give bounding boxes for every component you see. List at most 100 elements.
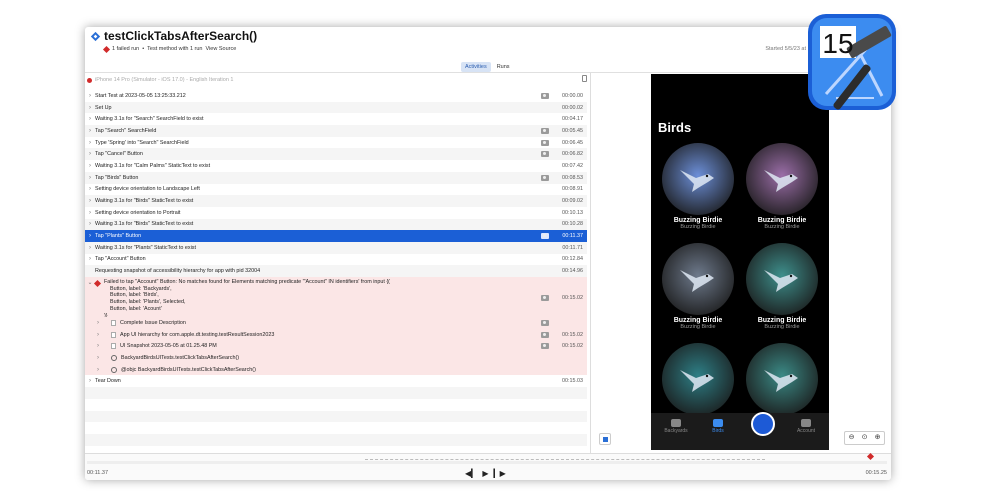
- disclosure-chevron-icon[interactable]: ›: [85, 198, 95, 204]
- view-tabs: Activities Runs: [461, 62, 514, 72]
- activity-row[interactable]: › Waiting 3.1s for "Birds" StaticText to …: [85, 195, 587, 207]
- disclosure-chevron-icon[interactable]: ›: [85, 245, 95, 251]
- attachment-icon[interactable]: [541, 92, 549, 99]
- 3d-view-button[interactable]: [599, 433, 611, 445]
- bird-card: Buzzing Birdie Buzzing Birdie: [746, 143, 818, 230]
- app-tab-backyards: Backyards: [661, 419, 691, 434]
- empty-row: [85, 422, 587, 434]
- disclosure-chevron-icon[interactable]: ›: [85, 128, 95, 134]
- disclosure-chevron-icon[interactable]: ›: [85, 210, 95, 216]
- activity-row[interactable]: › Setting device orientation to Landscape…: [85, 184, 587, 196]
- play-icon[interactable]: ▶: [482, 469, 488, 478]
- disclosure-chevron-icon[interactable]: ›: [85, 151, 95, 157]
- attachment-icon[interactable]: [541, 233, 549, 240]
- attachment-icon[interactable]: [541, 139, 549, 146]
- started-timestamp: Started 5/5/23 at: [765, 46, 806, 52]
- failure-detail-row[interactable]: › App UI hierarchy for com.apple.dt.testi…: [85, 328, 587, 341]
- disclosure-chevron-icon[interactable]: ›: [85, 175, 95, 181]
- activity-row[interactable]: › Tap "Cancel" Button 00:06.82: [85, 148, 587, 161]
- run-summary: 1 failed run • Test method with 1 run Vi…: [102, 45, 237, 53]
- bird-subtitle: Buzzing Birdie: [764, 224, 800, 230]
- activity-label: Setting device orientation to Landscape …: [95, 186, 200, 193]
- activity-row[interactable]: › Type 'Spring' into "Search" SearchField…: [85, 137, 587, 149]
- bird-name: Buzzing Birdie: [673, 217, 723, 224]
- activity-row[interactable]: › Waiting 3.1s for "Calm Palms" StaticTex…: [85, 160, 587, 172]
- activity-time: 00:06.45: [562, 139, 583, 146]
- disclosure-chevron-icon[interactable]: ›: [85, 140, 95, 146]
- step-back-icon[interactable]: ◀︎▎: [465, 469, 477, 478]
- failure-marker-icon[interactable]: [866, 452, 875, 461]
- disclosure-chevron-icon[interactable]: ›: [85, 93, 95, 99]
- disclosure-chevron-icon[interactable]: ›: [85, 186, 95, 192]
- disclosure-chevron-icon[interactable]: ›: [85, 256, 95, 262]
- failure-detail-row[interactable]: › BackyardBirdsUITests.testClickTabsAfter…: [85, 352, 587, 364]
- disclosure-chevron-icon[interactable]: ›: [85, 105, 95, 111]
- tab-runs[interactable]: Runs: [493, 62, 514, 72]
- test-diamond-icon: [90, 31, 101, 42]
- disclosure-chevron-icon[interactable]: ›: [85, 163, 95, 169]
- activity-row[interactable]: › Set Up 00:00.02: [85, 101, 587, 114]
- attachment-icon[interactable]: [541, 343, 549, 350]
- activity-time: 00:04.17: [562, 116, 583, 123]
- activity-label: @objc BackyardBirdsUITests.testClickTabs…: [121, 366, 256, 373]
- view-source-link[interactable]: View Source: [206, 46, 237, 52]
- failure-detail-row[interactable]: › Complete Issue Description: [85, 317, 587, 329]
- disclosure-chevron-icon[interactable]: ›: [85, 367, 111, 373]
- disclosure-chevron-icon[interactable]: ›: [85, 116, 95, 122]
- activity-label: Tap "Birds" Button: [95, 174, 139, 181]
- activity-row-teardown[interactable]: › Tear Down 00:15.03: [85, 375, 587, 387]
- attachment-icon[interactable]: [541, 127, 549, 134]
- activity-row[interactable]: › Tap "Account" Button 00:12.84: [85, 254, 587, 266]
- attachment-icon[interactable]: [541, 331, 549, 338]
- activity-label: UI Snapshot 2023-05-05 at 01.25.48 PM: [120, 343, 217, 350]
- disclosure-chevron-icon[interactable]: ›: [85, 332, 111, 338]
- activity-label: Set Up: [95, 104, 112, 111]
- document-icon: [111, 319, 116, 326]
- attachment-icon[interactable]: [541, 174, 549, 181]
- disclosure-chevron-icon[interactable]: ›: [85, 221, 95, 227]
- disclosure-chevron-icon[interactable]: ›: [85, 355, 111, 361]
- disclosure-chevron-icon[interactable]: ›: [85, 378, 95, 384]
- failure-message: Failed to tap "Account" Button: No match…: [104, 279, 390, 319]
- activity-row[interactable]: › Start Test at 2023-05-05 13:25:33.212 00…: [85, 90, 587, 102]
- device-label: iPhone 14 Pro (Simulator - iOS 17.0) - E…: [95, 77, 234, 83]
- activity-row[interactable]: ›Requesting snapshot of accessibility hi…: [85, 265, 587, 277]
- bird-name: Buzzing Birdie: [673, 317, 723, 324]
- timeline-end-time: 00:15.25: [865, 470, 887, 476]
- failure-detail-row[interactable]: › @objc BackyardBirdsUITests.testClickTab…: [85, 363, 587, 376]
- activity-time: 00:15.02: [562, 343, 583, 350]
- activity-row[interactable]: › Tap "Birds" Button 00:08.53: [85, 171, 587, 184]
- tab-activities[interactable]: Activities: [461, 62, 491, 72]
- attachment-placeholder: [541, 367, 549, 373]
- screenshot-icon: [541, 233, 549, 240]
- activity-label: Start Test at 2023-05-05 13:25:33.212: [95, 92, 186, 99]
- bird-card: Buzzing Birdie Buzzing Birdie: [662, 243, 734, 330]
- attachment-icon[interactable]: [541, 151, 549, 158]
- activity-row[interactable]: › Waiting 3.1s for "Plants" StaticText to…: [85, 241, 587, 254]
- bird-icon: [713, 419, 723, 427]
- zoom-fit-icon[interactable]: ⊙: [858, 432, 871, 444]
- attachment-icon[interactable]: [541, 295, 549, 301]
- disclosure-chevron-icon[interactable]: ›: [85, 233, 95, 239]
- failure-row[interactable]: ⌄ Failed to tap "Account" Button: No matc…: [85, 277, 587, 319]
- step-forward-icon[interactable]: ▎▶︎: [493, 469, 505, 478]
- timeline-ticks: [365, 459, 765, 465]
- separator: •: [142, 46, 145, 52]
- activity-row[interactable]: › Tap "Search" SearchField 00:05.45: [85, 125, 587, 137]
- failure-detail-row[interactable]: › UI Snapshot 2023-05-05 at 01.25.48 PM 00…: [85, 340, 587, 353]
- zoom-out-icon[interactable]: ⊖: [845, 432, 858, 444]
- attachment-icon[interactable]: [541, 319, 549, 326]
- disclosure-chevron-icon[interactable]: ›: [85, 343, 111, 349]
- activity-row-selected[interactable]: › Tap "Plants" Button 00:11.37: [85, 230, 587, 242]
- activity-row[interactable]: › Waiting 3.1s for "Search" SearchField t…: [85, 113, 587, 125]
- activity-row[interactable]: › Setting device orientation to Portrait 0…: [85, 207, 587, 219]
- tap-indicator: [751, 412, 775, 436]
- disclosure-chevron-icon[interactable]: ›: [85, 320, 111, 326]
- device-info-button[interactable]: [582, 75, 587, 82]
- hummingbird-icon: [680, 170, 714, 192]
- device-row[interactable]: iPhone 14 Pro (Simulator - iOS 17.0) - E…: [87, 75, 587, 85]
- zoom-in-icon[interactable]: ⊕: [871, 432, 884, 444]
- screenshot-icon: [541, 151, 549, 158]
- activity-row[interactable]: › Waiting 3.1s for "Birds" StaticText to …: [85, 218, 587, 231]
- attachment-placeholder: [541, 116, 549, 122]
